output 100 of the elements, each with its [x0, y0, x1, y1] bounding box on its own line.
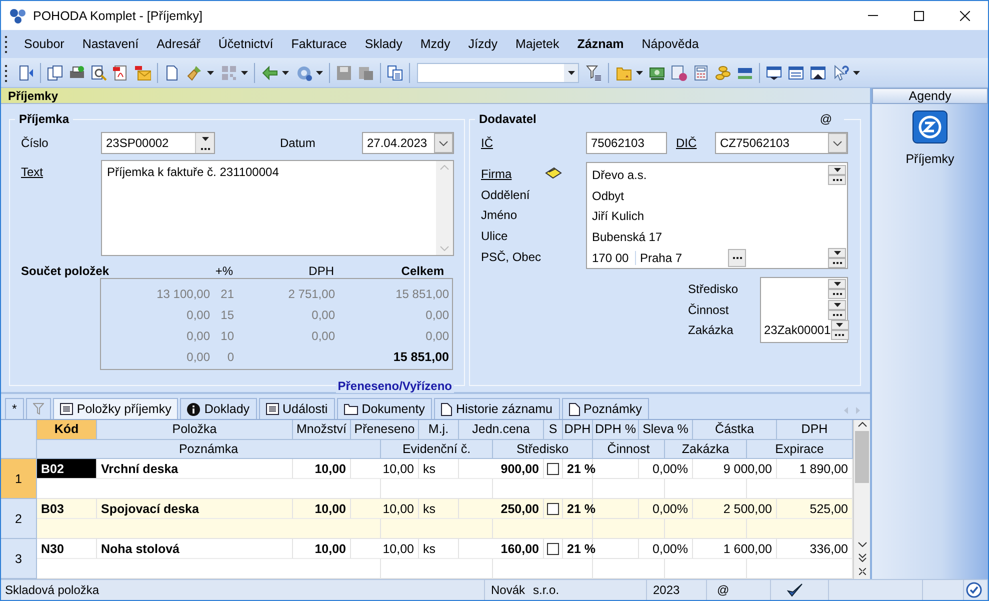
ellipsis-button[interactable]	[828, 310, 846, 320]
column-header[interactable]: DPH	[563, 420, 593, 440]
caret-icon	[852, 70, 860, 74]
column-header[interactable]: S	[544, 420, 563, 440]
column-header[interactable]: Částka	[693, 420, 777, 440]
ellipsis-icon	[832, 314, 842, 316]
column-header[interactable]: DPH %	[593, 420, 639, 440]
column-header[interactable]: Množství	[293, 420, 351, 440]
collapse-icon	[858, 568, 866, 575]
ellipsis-button[interactable]	[828, 175, 846, 186]
column-header[interactable]: Expirace	[747, 440, 853, 459]
dropdown-button[interactable]	[828, 300, 846, 310]
column-header[interactable]: Činnost	[593, 440, 665, 459]
field-label: Číslo	[21, 136, 50, 150]
column-header[interactable]: Poznámka	[37, 440, 381, 459]
dropdown-button[interactable]	[564, 64, 578, 82]
column-header[interactable]: DPH	[777, 420, 853, 440]
group-title: Příjemka	[18, 112, 70, 126]
tab[interactable]: Položky příjemky	[52, 398, 178, 419]
tab[interactable]: Doklady	[180, 398, 257, 419]
ic-field[interactable]: 75062103	[586, 132, 667, 154]
field-label: Zakázka	[688, 323, 734, 338]
ellipsis-button[interactable]	[728, 248, 746, 267]
table-cell: 21 %	[563, 539, 593, 559]
menu-item[interactable]: Nápověda	[632, 37, 708, 51]
email-icon	[135, 64, 151, 80]
text-area[interactable]: Příjemka k faktuře č. 231100004	[101, 160, 454, 256]
scrollbar[interactable]	[853, 420, 870, 579]
address-field[interactable]: Dřevo a.s. Odbyt Jiří Kulich Bubenská 17 170 00 Praha 7	[586, 162, 848, 269]
document-icon	[440, 402, 452, 416]
column-header[interactable]: Zakázka	[665, 440, 747, 459]
menu-item[interactable]: Sklady	[356, 37, 412, 51]
menu-item[interactable]: Soubor	[15, 37, 74, 51]
caret-icon	[834, 282, 840, 286]
tab[interactable]: Poznámky	[562, 398, 649, 419]
folder-icon	[344, 403, 358, 415]
dropdown-button[interactable]	[828, 165, 846, 176]
table-cell: 10,00	[293, 499, 351, 519]
dic-field[interactable]: CZ75062103	[715, 132, 848, 154]
column-header[interactable]: Středisko	[493, 440, 593, 459]
column-header[interactable]: M.j.	[419, 420, 459, 440]
copy-icon	[358, 64, 374, 80]
tab[interactable]: Dokumenty	[336, 398, 432, 419]
field-label: Středisko	[688, 282, 740, 296]
city-value: Praha 7	[640, 250, 682, 265]
exit-icon	[18, 64, 34, 80]
row-number[interactable]: 3	[1, 539, 37, 579]
menu-item[interactable]: Mzdy	[411, 37, 460, 51]
number-field[interactable]: 23SP00002	[101, 132, 215, 154]
table-cell-text: 0,00	[424, 308, 449, 322]
row-number[interactable]: 1	[1, 459, 37, 499]
field-label: IČ	[481, 136, 494, 150]
tab[interactable]: Historie záznamu	[434, 398, 560, 419]
dropdown-button[interactable]	[828, 248, 846, 258]
caret-icon	[240, 70, 248, 74]
status-link[interactable]: Přeneseno/Vyřízeno	[336, 379, 454, 393]
checkbox[interactable]	[547, 462, 559, 474]
dropdown-button[interactable]	[828, 279, 846, 290]
menu-item[interactable]: Fakturace	[282, 37, 356, 51]
column-header[interactable]: Přeneseno	[351, 420, 419, 440]
chevron-up-icon	[440, 165, 449, 170]
field-label: Ulice	[481, 229, 509, 244]
dropdown-button[interactable]	[195, 133, 214, 153]
table-cell: 0,00%	[639, 499, 693, 519]
gear-icon	[296, 64, 312, 80]
menu-item[interactable]: Účetnictví	[209, 37, 282, 51]
checkbox[interactable]	[547, 542, 559, 554]
table-cell: Vrchní deska	[97, 459, 293, 479]
row-number[interactable]: 2	[1, 499, 37, 539]
agenda-item[interactable]: Příjemky	[906, 104, 954, 172]
banknote-icon	[649, 64, 665, 80]
assignment-field[interactable]: 23Zak00001	[760, 276, 848, 343]
field-label: DIČ	[676, 136, 698, 150]
tab[interactable]: Události	[258, 398, 335, 419]
column-header[interactable]: Kód	[37, 420, 97, 440]
ellipsis-button[interactable]	[828, 258, 846, 268]
menu-item[interactable]: Záznam	[568, 37, 633, 51]
ellipsis-button[interactable]	[828, 289, 846, 300]
checkbox[interactable]	[547, 502, 559, 514]
column-header[interactable]: Sleva %	[639, 420, 693, 440]
column-header[interactable]: Evidenční č.	[381, 440, 493, 459]
coins-icon	[715, 64, 731, 80]
ellipsis-button[interactable]	[830, 330, 849, 340]
menu-item[interactable]: Jízdy	[459, 37, 506, 51]
new-record-tab[interactable]: *	[5, 398, 24, 419]
dropdown-button[interactable]	[830, 320, 849, 330]
table-cell-text: 0,00	[186, 350, 210, 364]
chevron-down-icon	[439, 140, 448, 146]
scrollbar[interactable]	[436, 161, 453, 255]
window-title: POHODA Komplet - [Příjemky]	[33, 8, 204, 22]
menu-item[interactable]: Adresář	[148, 37, 210, 51]
filter-combo-field[interactable]	[417, 62, 579, 82]
folder-icon	[616, 64, 632, 80]
date-field[interactable]: 27.04.2023	[362, 132, 454, 154]
chevron-down-icon	[858, 542, 866, 547]
column-header[interactable]: Položka	[97, 420, 293, 440]
table-cell-text: 2 751,00	[287, 286, 335, 300]
column-header[interactable]: Jedn.cena	[459, 420, 544, 440]
menu-item[interactable]: Majetek	[506, 37, 568, 51]
menu-item[interactable]: Nastavení	[73, 37, 148, 51]
